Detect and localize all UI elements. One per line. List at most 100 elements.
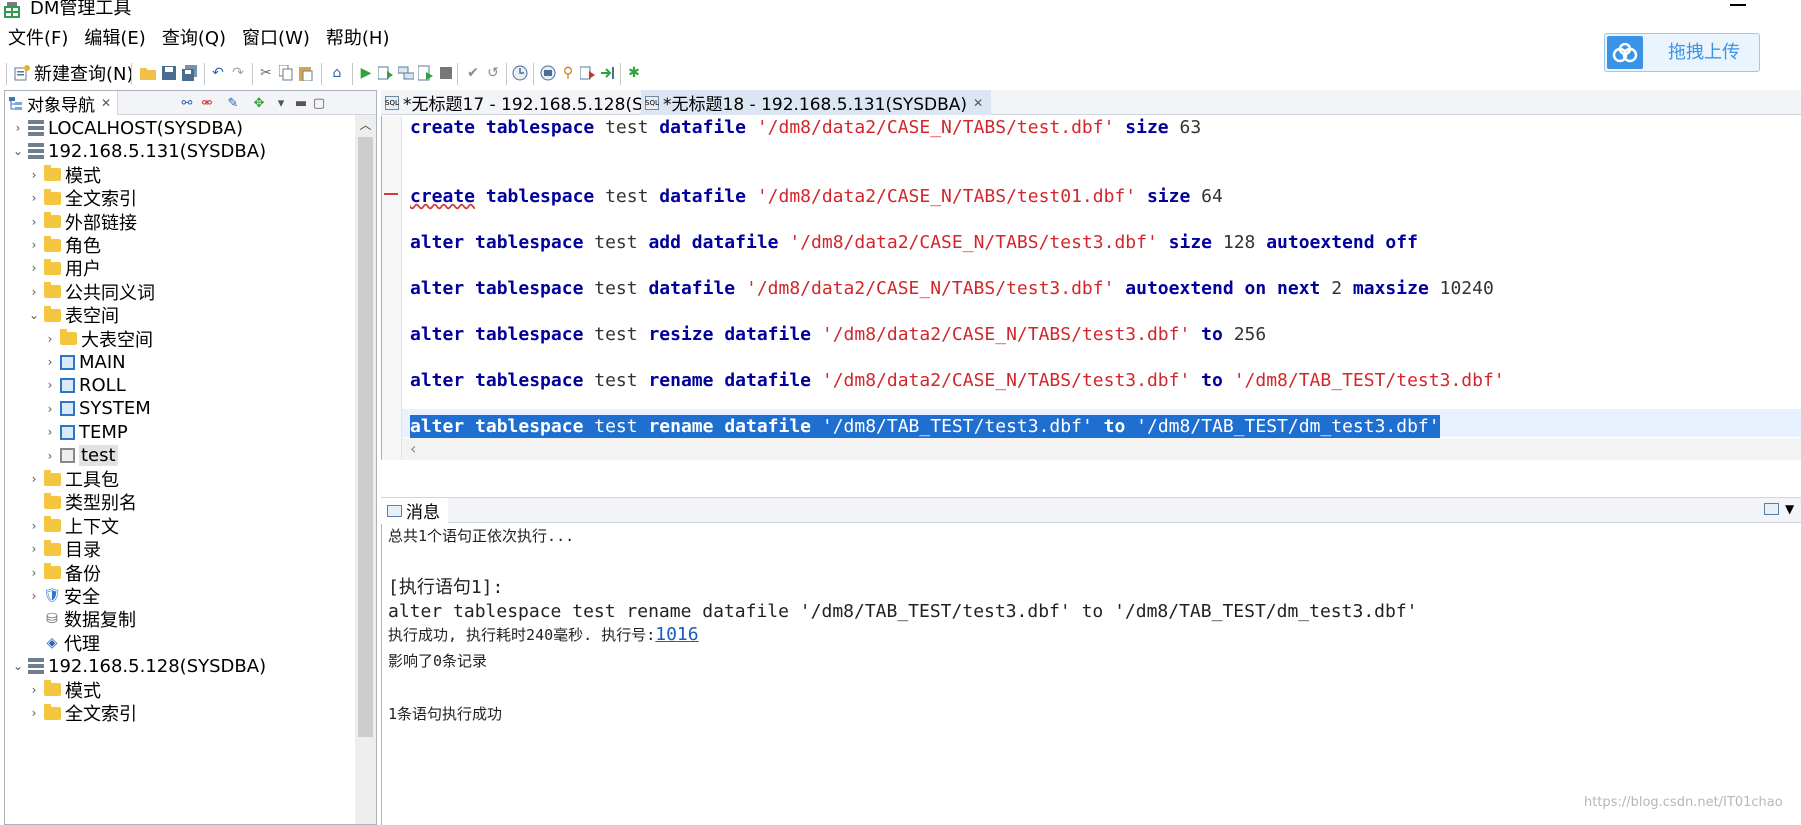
stop-icon[interactable]	[438, 65, 454, 81]
save-all-icon[interactable]	[182, 65, 198, 81]
selected-code-line[interactable]: alter tablespace test rename datafile '/…	[410, 415, 1440, 439]
navigator-scrollbar[interactable]: ︿	[355, 115, 376, 824]
tree-item[interactable]: 类型别名	[27, 489, 137, 515]
chevron-down-icon[interactable]: ⌄	[11, 659, 25, 673]
chevron-right-icon[interactable]: ›	[11, 121, 25, 135]
tree-item[interactable]: › 工具包	[27, 466, 119, 492]
tree-item[interactable]: ⌄ 192.168.5.131(SYSDBA)	[11, 138, 266, 164]
tree-item[interactable]: › SYSTEM	[43, 396, 151, 422]
view-menu-icon[interactable]: ▾	[273, 95, 289, 111]
tree-item[interactable]: › ROLL	[43, 372, 126, 398]
commit-icon[interactable]: ✔	[465, 65, 481, 81]
menu-help[interactable]: 帮助(H)	[318, 24, 398, 54]
chevron-right-icon[interactable]: ›	[27, 566, 41, 580]
disconnect-icon[interactable]: ⚮	[199, 95, 215, 111]
tree-item[interactable]: ⛁ 数据复制	[27, 606, 136, 632]
new-query-button[interactable]: 新建查询(N)	[14, 58, 134, 88]
chevron-right-icon[interactable]: ›	[27, 589, 41, 603]
chevron-down-icon[interactable]: ▼	[1785, 502, 1794, 516]
bug-icon[interactable]: ✱	[626, 65, 642, 81]
chevron-right-icon[interactable]: ›	[43, 355, 57, 369]
execution-id-link[interactable]: 1016	[655, 624, 698, 645]
tree-item[interactable]: › 备份	[27, 560, 101, 586]
chevron-right-icon[interactable]: ›	[27, 285, 41, 299]
chevron-down-icon[interactable]: ⌄	[11, 144, 25, 158]
chevron-right-icon[interactable]: ›	[27, 519, 41, 533]
chevron-right-icon[interactable]: ›	[27, 191, 41, 205]
menu-query[interactable]: 查询(Q)	[154, 24, 234, 54]
console-icon[interactable]	[1764, 503, 1779, 515]
tree-item[interactable]: › 全文索引	[27, 185, 137, 211]
code-line[interactable]: alter tablespace test datafile '/dm8/dat…	[410, 277, 1494, 301]
code-line[interactable]: create tablespace test datafile '/dm8/da…	[410, 116, 1201, 140]
job-icon[interactable]	[540, 65, 556, 81]
sql-editor[interactable]: create tablespace test datafile '/dm8/da…	[381, 116, 1801, 460]
cut-icon[interactable]: ✂	[258, 65, 274, 81]
chevron-down-icon[interactable]: ⌄	[27, 308, 41, 322]
code-line[interactable]: create tablespace test datafile '/dm8/da…	[410, 185, 1223, 209]
redo-icon[interactable]: ↷	[230, 65, 246, 81]
minimize-button[interactable]	[1730, 4, 1746, 6]
chevron-right-icon[interactable]: ›	[43, 332, 57, 346]
chevron-right-icon[interactable]: ›	[27, 706, 41, 720]
paste-icon[interactable]	[298, 65, 314, 81]
tree-item[interactable]: › 模式	[27, 162, 101, 188]
tab-messages[interactable]: 消息	[381, 498, 448, 523]
scroll-left-icon[interactable]: ‹	[410, 438, 416, 460]
chevron-right-icon[interactable]: ›	[27, 683, 41, 697]
menu-edit[interactable]: 编辑(E)	[76, 24, 153, 54]
chevron-right-icon[interactable]: ›	[27, 238, 41, 252]
tree-item[interactable]: ⌄ 表空间	[27, 302, 119, 328]
format-icon[interactable]	[580, 65, 596, 81]
copy-icon[interactable]	[278, 65, 294, 81]
open-folder-icon[interactable]	[140, 65, 156, 81]
debug-icon[interactable]	[418, 65, 434, 81]
menu-window[interactable]: 窗口(W)	[234, 24, 318, 54]
tree-item[interactable]: › 角色	[27, 232, 101, 258]
home-icon[interactable]: ⌂	[329, 65, 345, 81]
tree-item[interactable]: › 目录	[27, 536, 101, 562]
editor-horizontal-scrollbar[interactable]: ‹	[402, 438, 1801, 460]
minimize-view-icon[interactable]: ▬	[293, 95, 309, 111]
code-line[interactable]: alter tablespace test add datafile '/dm8…	[410, 231, 1418, 255]
tree-item[interactable]: ⌄ 192.168.5.128(SYSDBA)	[11, 653, 266, 679]
tree-item[interactable]: › MAIN	[43, 349, 126, 375]
chevron-right-icon[interactable]: ›	[43, 449, 57, 463]
chevron-right-icon[interactable]: ›	[43, 402, 57, 416]
new-connection-icon[interactable]: ✎	[225, 95, 241, 111]
code-line[interactable]: alter tablespace test resize datafile '/…	[410, 323, 1266, 347]
rollback-icon[interactable]: ↺	[485, 65, 501, 81]
messages-view-menu[interactable]: ▼	[1764, 502, 1794, 516]
close-icon[interactable]: ✕	[101, 96, 111, 110]
tree-item[interactable]: › LOCALHOST(SYSDBA)	[11, 115, 243, 141]
tree-item[interactable]: › 外部链接	[27, 209, 137, 235]
undo-icon[interactable]: ↶	[210, 65, 226, 81]
tree-item[interactable]: › 模式	[27, 677, 101, 703]
chevron-right-icon[interactable]: ›	[27, 472, 41, 486]
tree-item[interactable]: › 大表空间	[43, 326, 153, 352]
tree-item[interactable]: › TEMP	[43, 419, 128, 445]
search-object-icon[interactable]: ⚲	[560, 65, 576, 81]
tree-item[interactable]: ◈ 代理	[27, 630, 100, 656]
menu-file[interactable]: 文件(F)	[0, 24, 76, 54]
maximize-view-icon[interactable]: ▢	[311, 95, 327, 111]
connect-icon[interactable]: ⚯	[179, 95, 195, 111]
explain-icon[interactable]	[398, 65, 414, 81]
chevron-right-icon[interactable]: ›	[27, 542, 41, 556]
tree-item[interactable]: › 🛡 安全	[27, 583, 100, 609]
save-icon[interactable]	[161, 65, 177, 81]
chevron-right-icon[interactable]: ›	[27, 261, 41, 275]
tree-item[interactable]: › test	[43, 443, 118, 469]
tree-item[interactable]: › 上下文	[27, 513, 119, 539]
execute-icon[interactable]: ▶	[358, 65, 374, 81]
scrollbar-thumb[interactable]	[358, 137, 373, 737]
scroll-up-icon[interactable]: ︿	[355, 115, 376, 135]
close-icon[interactable]: ✕	[973, 96, 983, 110]
tree-item[interactable]: › 用户	[27, 255, 101, 281]
run-to-cursor-icon[interactable]	[600, 65, 616, 81]
tree-item[interactable]: › 公共同义词	[27, 279, 155, 305]
tab-query-18[interactable]: SQL *无标题18 - 192.168.5.131(SYSDBA) ✕	[641, 90, 992, 115]
chevron-right-icon[interactable]: ›	[43, 378, 57, 392]
chevron-right-icon[interactable]: ›	[27, 168, 41, 182]
code-line[interactable]: alter tablespace test rename datafile '/…	[410, 369, 1505, 393]
